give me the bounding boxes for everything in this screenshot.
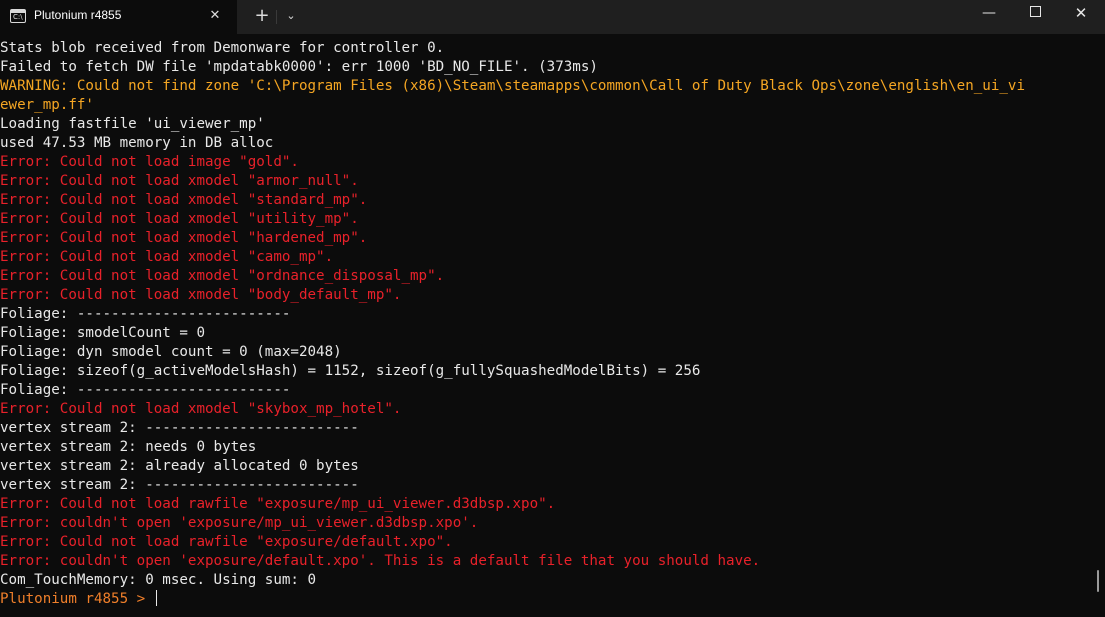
close-window-button[interactable]: ✕ (1058, 0, 1104, 30)
console-line: Com_TouchMemory: 0 msec. Using sum: 0 (0, 572, 317, 588)
console-line: WARNING: Could not find zone 'C:\Program… (0, 78, 1025, 94)
console-line: Foliage: ------------------------- (0, 382, 291, 398)
chevron-down-icon[interactable]: ⌄ (280, 5, 302, 27)
console-line: vertex stream 2: needs 0 bytes (0, 439, 257, 455)
console-line: Error: Could not load xmodel "body_defau… (0, 287, 402, 303)
console-output[interactable]: Stats blob received from Demonware for c… (0, 39, 1090, 617)
console-line: Error: Could not load rawfile "exposure/… (0, 496, 556, 512)
console-line: Error: couldn't open 'exposure/default.x… (0, 553, 761, 569)
text-cursor (155, 590, 157, 606)
command-prompt[interactable]: Plutonium r4855 > (0, 590, 1090, 609)
console-line: Error: Could not load xmodel "camo_mp". (0, 249, 334, 265)
console-line: Error: Could not load image "gold". (0, 154, 299, 170)
console-line: Error: Could not load rawfile "exposure/… (0, 534, 453, 550)
console-line: Failed to fetch DW file 'mpdatabk0000': … (0, 59, 598, 75)
console-line: Foliage: smodelCount = 0 (0, 325, 205, 341)
maximize-button[interactable] (1012, 0, 1058, 30)
console-line: Foliage: dyn smodel count = 0 (max=2048) (0, 344, 342, 360)
console-line: Loading fastfile 'ui_viewer_mp' (0, 116, 265, 132)
prompt-label: Plutonium r4855 > (0, 591, 154, 607)
scrollbar-thumb[interactable] (1097, 570, 1099, 592)
console-line: Error: Could not load xmodel "hardened_m… (0, 230, 368, 246)
tab-divider (276, 10, 277, 24)
console-line: Stats blob received from Demonware for c… (0, 40, 445, 56)
console-line: Error: Could not load xmodel "skybox_mp_… (0, 401, 402, 417)
console-line: Error: Could not load xmodel "ordnance_d… (0, 268, 445, 284)
minimize-button[interactable]: — (966, 0, 1012, 30)
console-line: vertex stream 2: -----------------------… (0, 477, 359, 493)
console-line: vertex stream 2: already allocated 0 byt… (0, 458, 359, 474)
maximize-icon (1030, 6, 1041, 17)
console-line: Error: Could not load xmodel "utility_mp… (0, 211, 359, 227)
title-bar: C:\ Plutonium r4855 ✕ + ⌄ — ✕ (0, 0, 1105, 34)
console-line: Foliage: ------------------------- (0, 306, 291, 322)
new-tab-button[interactable]: + (250, 5, 274, 27)
console-line: ewer_mp.ff' (0, 97, 94, 113)
console-line: Error: Could not load xmodel "standard_m… (0, 192, 368, 208)
tab-close-icon[interactable]: ✕ (204, 6, 226, 26)
console-line: Error: Could not load xmodel "armor_null… (0, 173, 359, 189)
tab-title: Plutonium r4855 (34, 8, 122, 22)
terminal-icon: C:\ (10, 9, 26, 23)
console-line: used 47.53 MB memory in DB alloc (0, 135, 274, 151)
terminal-tab[interactable]: C:\ Plutonium r4855 ✕ (0, 0, 237, 34)
console-line: Foliage: sizeof(g_activeModelsHash) = 11… (0, 363, 701, 379)
console-line: Error: couldn't open 'exposure/mp_ui_vie… (0, 515, 479, 531)
console-line: vertex stream 2: -----------------------… (0, 420, 359, 436)
